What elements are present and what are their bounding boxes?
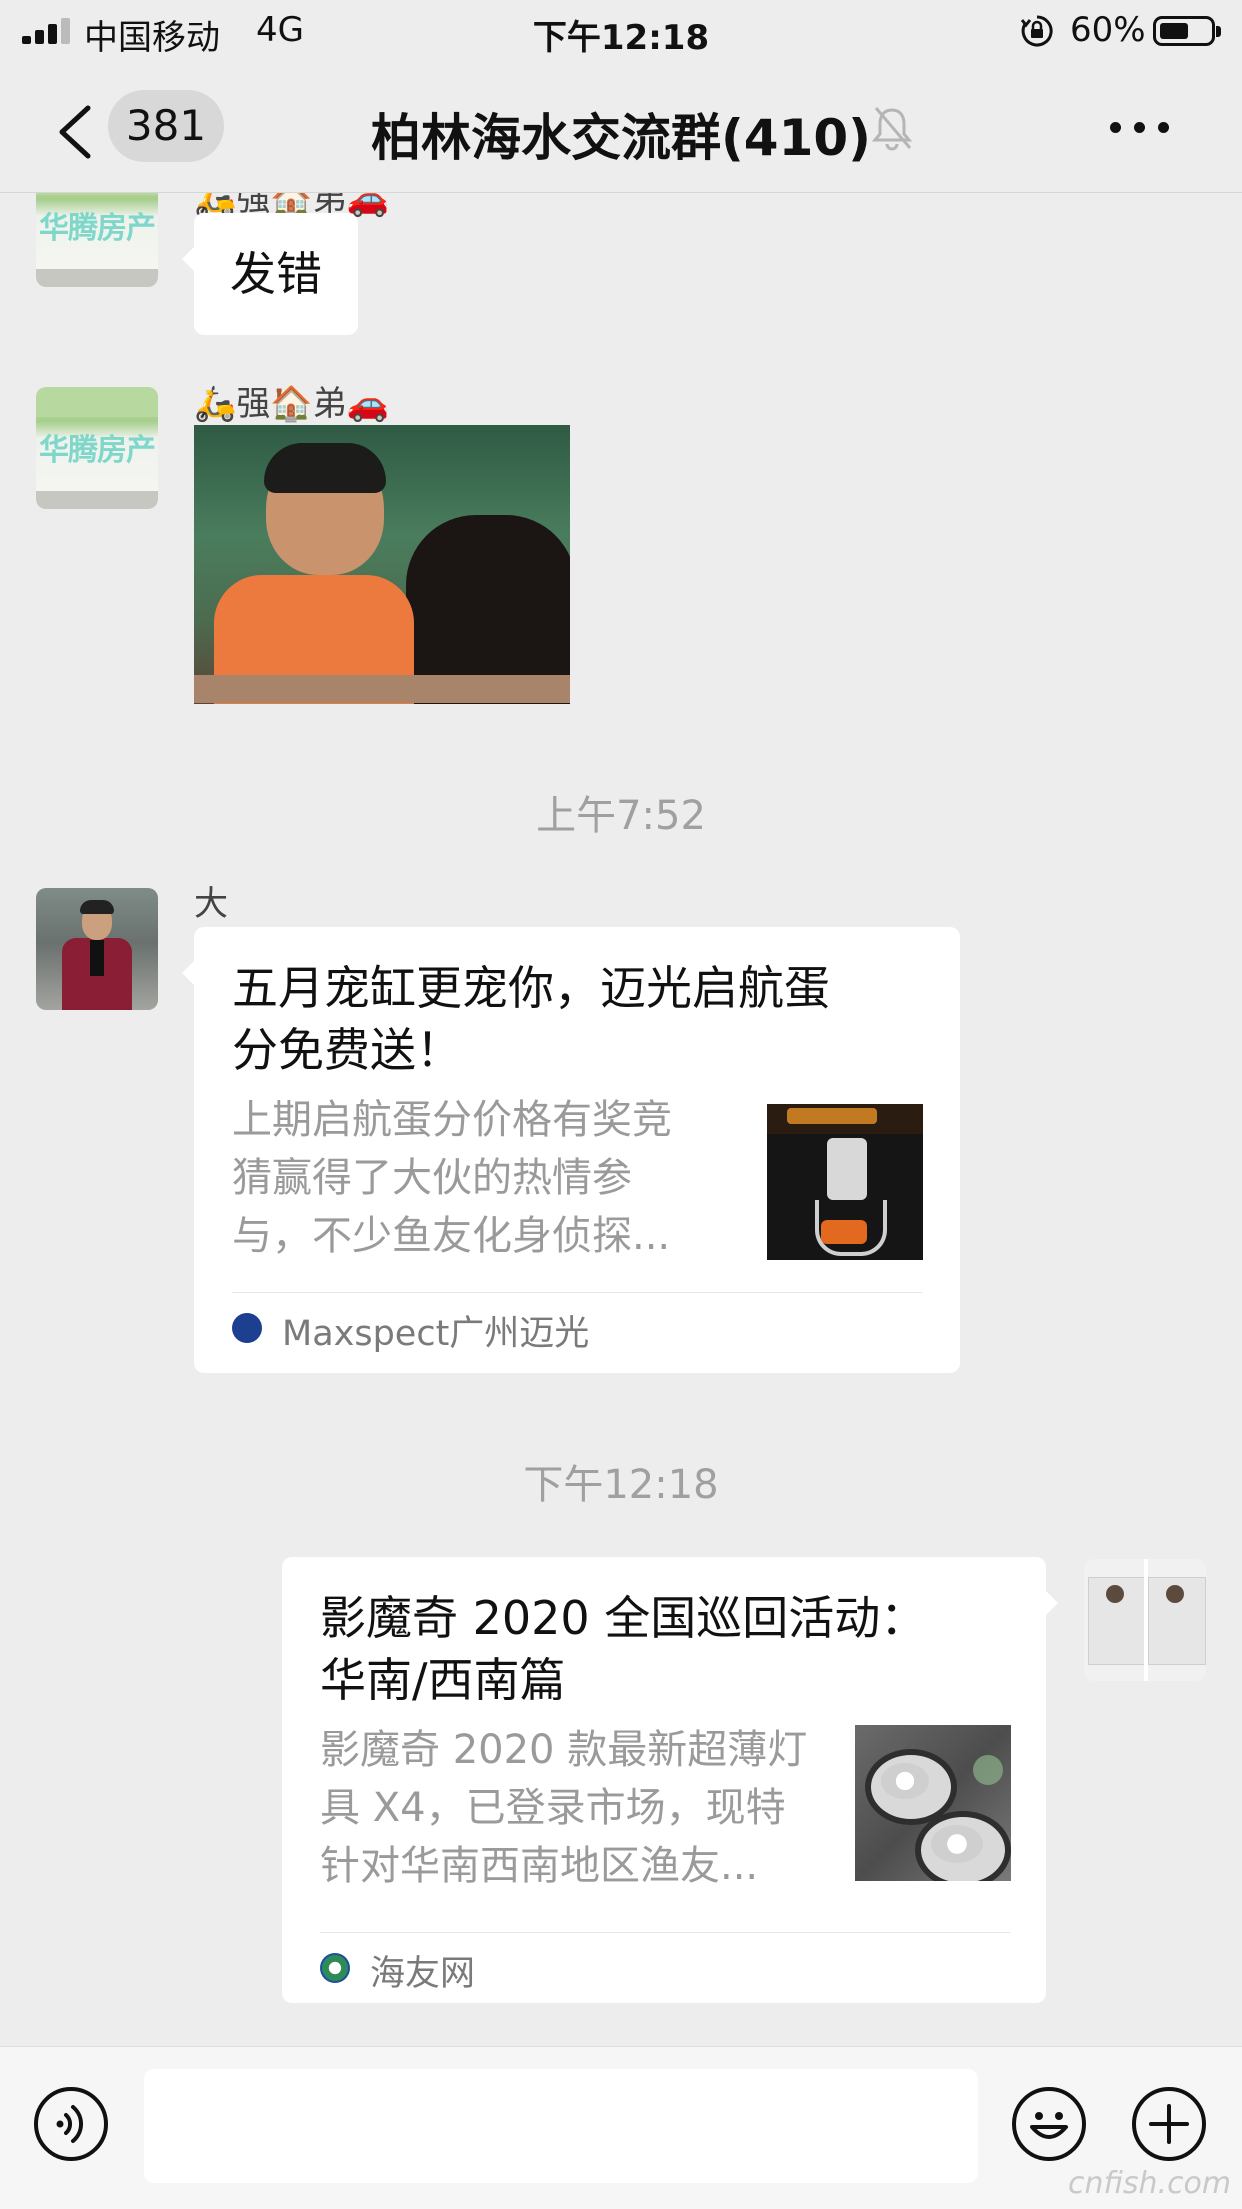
status-bar: 中国移动 4G 下午12:18 60% <box>0 0 1242 62</box>
chat-header: 381 柏林海水交流群(410) <box>0 62 1242 193</box>
unread-count-badge[interactable]: 381 <box>108 90 224 162</box>
add-icon[interactable] <box>1132 2087 1206 2161</box>
haiyou-logo-icon <box>320 1953 350 1983</box>
more-options-icon[interactable] <box>1110 122 1170 134</box>
article-description: 上期启航蛋分价格有奖竞 猜赢得了大伙的热情参 与，不少鱼友化身侦探... <box>232 1097 672 1259</box>
status-time: 下午12:18 <box>532 18 710 58</box>
article-title: 影魔奇 2020 全国巡回活动： 华南/西南篇 <box>320 1591 927 1707</box>
emoji-icon[interactable] <box>1012 2087 1086 2161</box>
avatar[interactable]: 华腾房产 <box>36 387 158 509</box>
timestamp: 上午7:52 <box>536 793 706 839</box>
sender-name: 大 <box>194 884 228 924</box>
mute-bell-icon <box>871 107 913 151</box>
divider <box>232 1292 922 1293</box>
avatar[interactable] <box>36 888 158 1010</box>
my-avatar[interactable] <box>1084 1559 1206 1681</box>
orientation-lock-icon <box>1020 15 1053 47</box>
timestamp: 下午12:18 <box>523 1462 719 1508</box>
divider <box>320 1932 1010 1933</box>
article-source: Maxspect广州迈光 <box>282 1314 590 1354</box>
message-input[interactable] <box>144 2069 978 2183</box>
input-bar <box>0 2046 1242 2209</box>
article-card[interactable]: 五月宠缸更宠你，迈光启航蛋 分免费送！ 上期启航蛋分价格有奖竞 猜赢得了大伙的热… <box>182 927 960 1373</box>
avatar[interactable]: 华腾房产 <box>36 193 158 287</box>
article-description: 影魔奇 2020 款最新超薄灯 具 X4，已登录市场，现特 针对华南西南地区渔友… <box>320 1727 808 1889</box>
sender-name: 🛵强🏠弟🚗 <box>194 384 390 424</box>
watermark: cnfish.com <box>1068 2166 1232 2201</box>
article-card[interactable]: 影魔奇 2020 全国巡回活动： 华南/西南篇 影魔奇 2020 款最新超薄灯 … <box>282 1557 1058 2003</box>
message-row: 华腾房产 🛵强🏠弟🚗 发错 <box>0 193 1242 353</box>
maxspect-logo-icon <box>232 1313 262 1343</box>
article-thumbnail <box>855 1725 1011 1881</box>
battery-icon <box>1153 16 1221 46</box>
article-title: 五月宠缸更宠你，迈光启航蛋 分免费送！ <box>232 961 830 1077</box>
battery-percent: 60% <box>1070 10 1146 50</box>
article-thumbnail <box>767 1104 923 1260</box>
text-message-bubble[interactable]: 发错 <box>182 213 358 335</box>
back-icon[interactable] <box>48 102 98 162</box>
gif-image-message[interactable] <box>194 425 570 704</box>
voice-icon[interactable] <box>34 2087 108 2161</box>
article-source: 海友网 <box>370 1954 476 1994</box>
